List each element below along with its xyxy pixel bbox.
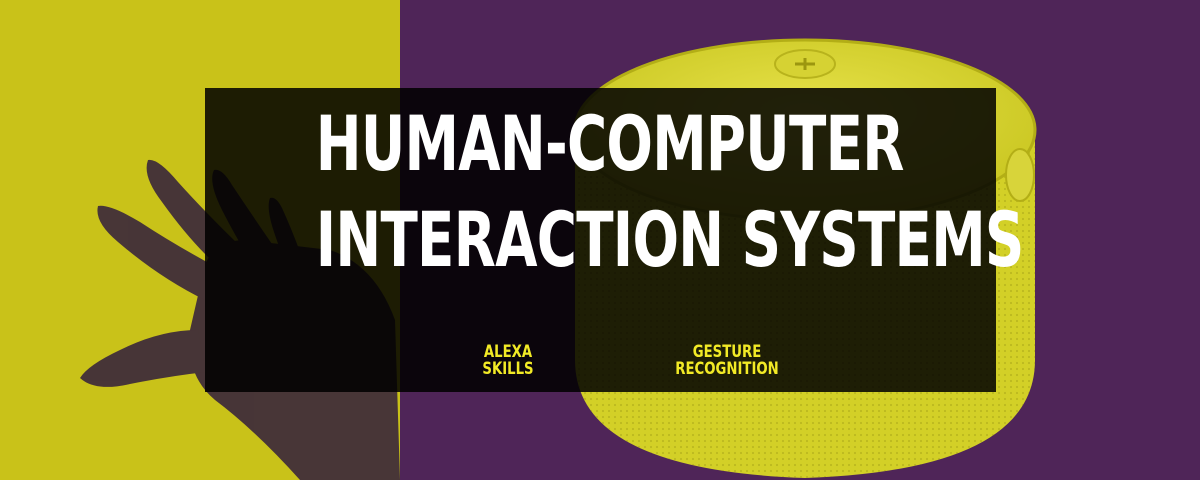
hero-banner: HUMAN-COMPUTER INTERACTION SYSTEMS ALEXA… [0,0,1200,480]
title-overlay-box: HUMAN-COMPUTER INTERACTION SYSTEMS ALEXA… [205,88,1025,392]
tag-gesture-recognition: GESTURE RECOGNITION [653,344,801,378]
tag-alexa-skills: ALEXA SKILLS [450,344,567,378]
headline-line-2: INTERACTION SYSTEMS [315,195,1025,284]
headline-line-1: HUMAN-COMPUTER [315,99,905,188]
tag-line: RECOGNITION [675,359,779,379]
volume-up-button-icon [774,49,836,79]
tag-line: SKILLS [482,359,534,379]
